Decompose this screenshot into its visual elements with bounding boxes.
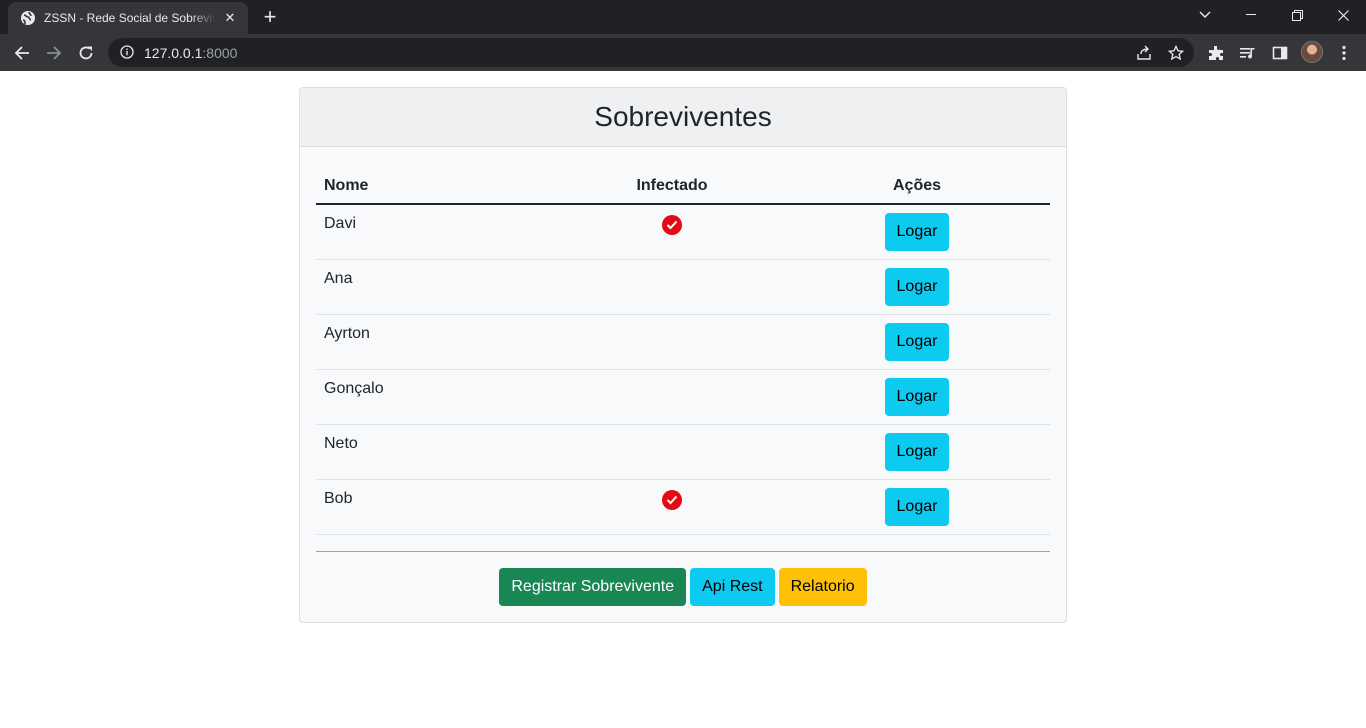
- survivor-name: Ayrton: [316, 314, 560, 370]
- survivors-card: Sobreviventes Nome Infectado Ações Davi …: [299, 87, 1067, 623]
- tab-search-icon[interactable]: [1182, 0, 1228, 30]
- page-title: Sobreviventes: [594, 101, 772, 132]
- more-menu-icon[interactable]: [1333, 42, 1355, 64]
- survivor-name: Neto: [316, 424, 560, 480]
- login-button[interactable]: Logar: [884, 267, 950, 306]
- survivor-name: Ana: [316, 259, 560, 315]
- actions-cell: Logar: [784, 424, 1050, 480]
- footer-actions: Registrar Sobrevivente Api Rest Relatori…: [300, 568, 1066, 606]
- login-button[interactable]: Logar: [884, 377, 950, 416]
- infected-check-icon: [662, 215, 682, 235]
- login-button[interactable]: Logar: [884, 322, 950, 361]
- table-header-row: Nome Infectado Ações: [316, 168, 1050, 205]
- back-icon[interactable]: [8, 39, 36, 67]
- infected-cell: [560, 479, 784, 535]
- actions-cell: Logar: [784, 259, 1050, 315]
- table-row: Ayrton Logar: [316, 314, 1050, 370]
- address-bar[interactable]: 127.0.0.1:8000: [108, 38, 1194, 67]
- table-row: Davi Logar: [316, 204, 1050, 260]
- reload-icon[interactable]: [72, 39, 100, 67]
- actions-cell: Logar: [784, 369, 1050, 425]
- login-button[interactable]: Logar: [884, 487, 950, 526]
- globe-icon: [20, 10, 36, 26]
- browser-tab[interactable]: ZSSN - Rede Social de Sobreviventes ✕: [8, 2, 248, 34]
- infected-cell: [560, 424, 784, 480]
- profile-avatar[interactable]: [1301, 41, 1323, 63]
- forward-icon[interactable]: [40, 39, 68, 67]
- browser-toolbar: 127.0.0.1:8000: [0, 34, 1366, 71]
- new-tab-button[interactable]: +: [259, 6, 281, 29]
- media-queue-icon[interactable]: [1237, 42, 1259, 64]
- table-row: Ana Logar: [316, 259, 1050, 315]
- column-header-actions: Ações: [784, 168, 1050, 205]
- infected-cell: [560, 204, 784, 260]
- restore-icon[interactable]: [1274, 0, 1320, 30]
- share-icon[interactable]: [1135, 44, 1153, 62]
- survivor-name: Bob: [316, 479, 560, 535]
- login-button[interactable]: Logar: [884, 432, 950, 471]
- survivors-table: Nome Infectado Ações Davi Logar Ana Loga…: [316, 168, 1050, 535]
- url-host: 127.0.0.1: [144, 44, 203, 61]
- close-window-icon[interactable]: [1320, 0, 1366, 30]
- table-row: Neto Logar: [316, 424, 1050, 480]
- register-survivor-button[interactable]: Registrar Sobrevivente: [499, 568, 687, 606]
- report-button[interactable]: Relatorio: [778, 568, 867, 606]
- actions-cell: Logar: [784, 204, 1050, 260]
- url-port: :8000: [202, 44, 238, 61]
- bookmark-star-icon[interactable]: [1167, 44, 1185, 62]
- actions-cell: Logar: [784, 479, 1050, 535]
- login-button[interactable]: Logar: [884, 213, 950, 251]
- card-header: Sobreviventes: [300, 88, 1066, 147]
- tab-title: ZSSN - Rede Social de Sobreviventes: [44, 11, 216, 25]
- infected-cell: [560, 369, 784, 425]
- survivors-table-wrapper: Nome Infectado Ações Davi Logar Ana Loga…: [316, 168, 1050, 535]
- footer-divider: [316, 551, 1050, 552]
- infected-cell: [560, 259, 784, 315]
- infected-check-icon: [662, 489, 682, 510]
- api-rest-button[interactable]: Api Rest: [690, 568, 775, 606]
- browser-tabstrip: ZSSN - Rede Social de Sobreviventes ✕ +: [0, 0, 1366, 34]
- column-header-name: Nome: [316, 168, 560, 205]
- extensions-icon[interactable]: [1205, 42, 1227, 64]
- actions-cell: Logar: [784, 314, 1050, 370]
- close-tab-icon[interactable]: ✕: [222, 10, 238, 26]
- site-info-icon[interactable]: [120, 44, 136, 61]
- side-panel-icon[interactable]: [1269, 42, 1291, 64]
- minimize-icon[interactable]: [1228, 0, 1274, 30]
- survivor-name: Davi: [316, 204, 560, 260]
- survivor-name: Gonçalo: [316, 369, 560, 425]
- table-row: Gonçalo Logar: [316, 369, 1050, 425]
- table-row: Bob Logar: [316, 479, 1050, 535]
- column-header-infected: Infectado: [560, 168, 784, 205]
- infected-cell: [560, 314, 784, 370]
